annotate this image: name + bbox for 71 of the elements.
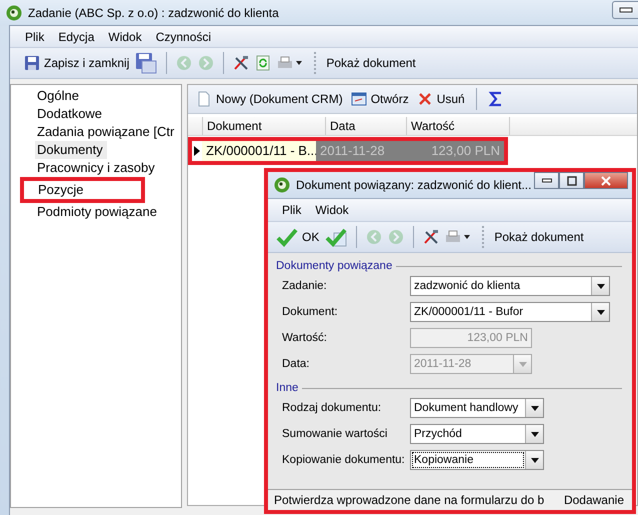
- checkmark-icon: [276, 226, 298, 248]
- table-row[interactable]: ZK/000001/11 - B... 2011-11-28 123,00 PLN: [188, 137, 508, 165]
- checkmark-icon[interactable]: [325, 226, 348, 248]
- table-cell: 2011-11-28: [316, 141, 400, 161]
- sidebar-item[interactable]: Pozycje: [20, 177, 145, 203]
- minimize-icon: [618, 6, 632, 14]
- menu-item[interactable]: Widok: [108, 30, 142, 44]
- field-label: Data:: [282, 358, 310, 370]
- maximize-icon: [566, 176, 577, 186]
- sidebar-item[interactable]: Dokumenty: [35, 141, 107, 159]
- close-icon: [601, 176, 612, 186]
- field-label: Sumowanie wartości: [282, 428, 388, 440]
- column-header[interactable]: Data: [326, 117, 407, 135]
- save-close-button[interactable]: Zapisz i zamknij: [24, 51, 130, 75]
- menu-item[interactable]: Plik: [282, 203, 302, 217]
- save-icon[interactable]: [135, 52, 158, 74]
- caret-icon: [530, 432, 538, 436]
- menu-item[interactable]: Czynności: [156, 30, 212, 44]
- sidebar-item[interactable]: Dodatkowe: [11, 105, 181, 123]
- minimize-button[interactable]: [612, 0, 638, 18]
- menu-item[interactable]: Plik: [25, 30, 44, 44]
- sidebar-item[interactable]: Podmioty powiązane: [11, 203, 181, 221]
- dropdown-field[interactable]: ZK/000001/11 - Bufor: [410, 302, 610, 322]
- caret-icon: [518, 362, 526, 366]
- column-header[interactable]: Wartość: [407, 117, 510, 135]
- caret-icon: [530, 458, 538, 462]
- dropdown-field[interactable]: zadzwonić do klienta: [410, 276, 610, 296]
- minimize-icon: [542, 178, 552, 184]
- dropdown-field[interactable]: Przychód: [410, 424, 544, 444]
- show-document-button[interactable]: Pokaż dokument: [326, 51, 416, 75]
- field-label: Rodzaj dokumentu:: [282, 402, 382, 414]
- menu-item[interactable]: Widok: [315, 203, 349, 217]
- caret-icon: [530, 406, 538, 410]
- dropdown-field[interactable]: Kopiowanie: [410, 450, 544, 470]
- maximize-button[interactable]: [559, 172, 584, 189]
- app-icon: [274, 177, 290, 193]
- column-header[interactable]: Dokument: [203, 117, 326, 135]
- field-label: Wartość:: [282, 332, 328, 344]
- table-cell: ZK/000001/11 - B...: [202, 141, 316, 161]
- close-button[interactable]: [584, 172, 628, 189]
- refresh-icon[interactable]: [255, 55, 272, 71]
- field-label: Dokument:: [282, 306, 339, 318]
- table-cell: 123,00 PLN: [400, 141, 504, 161]
- window-title: Zadanie (ABC Sp. z o.o) : zadzwonić do klienta: [28, 6, 279, 20]
- sum-icon[interactable]: [488, 91, 504, 107]
- minimize-button[interactable]: [534, 172, 560, 189]
- app-icon: [6, 4, 22, 20]
- group-title: Inne: [276, 382, 298, 394]
- sidebar-item[interactable]: Pracownicy i zasoby: [11, 159, 181, 177]
- document-icon: [196, 91, 212, 107]
- group-title: Dokumenty powiązane: [276, 260, 392, 272]
- status-mode: Dodawanie: [564, 493, 624, 507]
- caret-icon: [596, 310, 604, 314]
- tools-icon[interactable]: [423, 229, 440, 245]
- sidebar-item[interactable]: Zadania powiązane [Ctr: [11, 123, 181, 141]
- status-text: Potwierdza wprowadzone dane na formularzu do b: [274, 493, 544, 507]
- field-label: Kopiowanie dokumentu:: [282, 454, 406, 466]
- open-button[interactable]: Otwórz: [350, 87, 409, 111]
- tools-icon[interactable]: [233, 55, 250, 71]
- menu-item[interactable]: Edycja: [58, 30, 94, 44]
- field-label: Zadanie:: [282, 280, 328, 292]
- dialog-title: Dokument powiązany: zadzwonić do klient...: [296, 178, 532, 192]
- delete-icon: [416, 91, 433, 107]
- show-document-button[interactable]: Pokaż dokument: [494, 225, 584, 249]
- delete-button[interactable]: Usuń: [416, 87, 465, 111]
- form-icon: [350, 91, 367, 107]
- sidebar-item[interactable]: Ogólne: [11, 87, 181, 105]
- ok-button[interactable]: OK: [276, 225, 320, 249]
- caret-icon: [596, 284, 604, 288]
- dropdown-field[interactable]: Dokument handlowy: [410, 398, 544, 418]
- new-button[interactable]: Nowy (Dokument CRM): [196, 87, 343, 111]
